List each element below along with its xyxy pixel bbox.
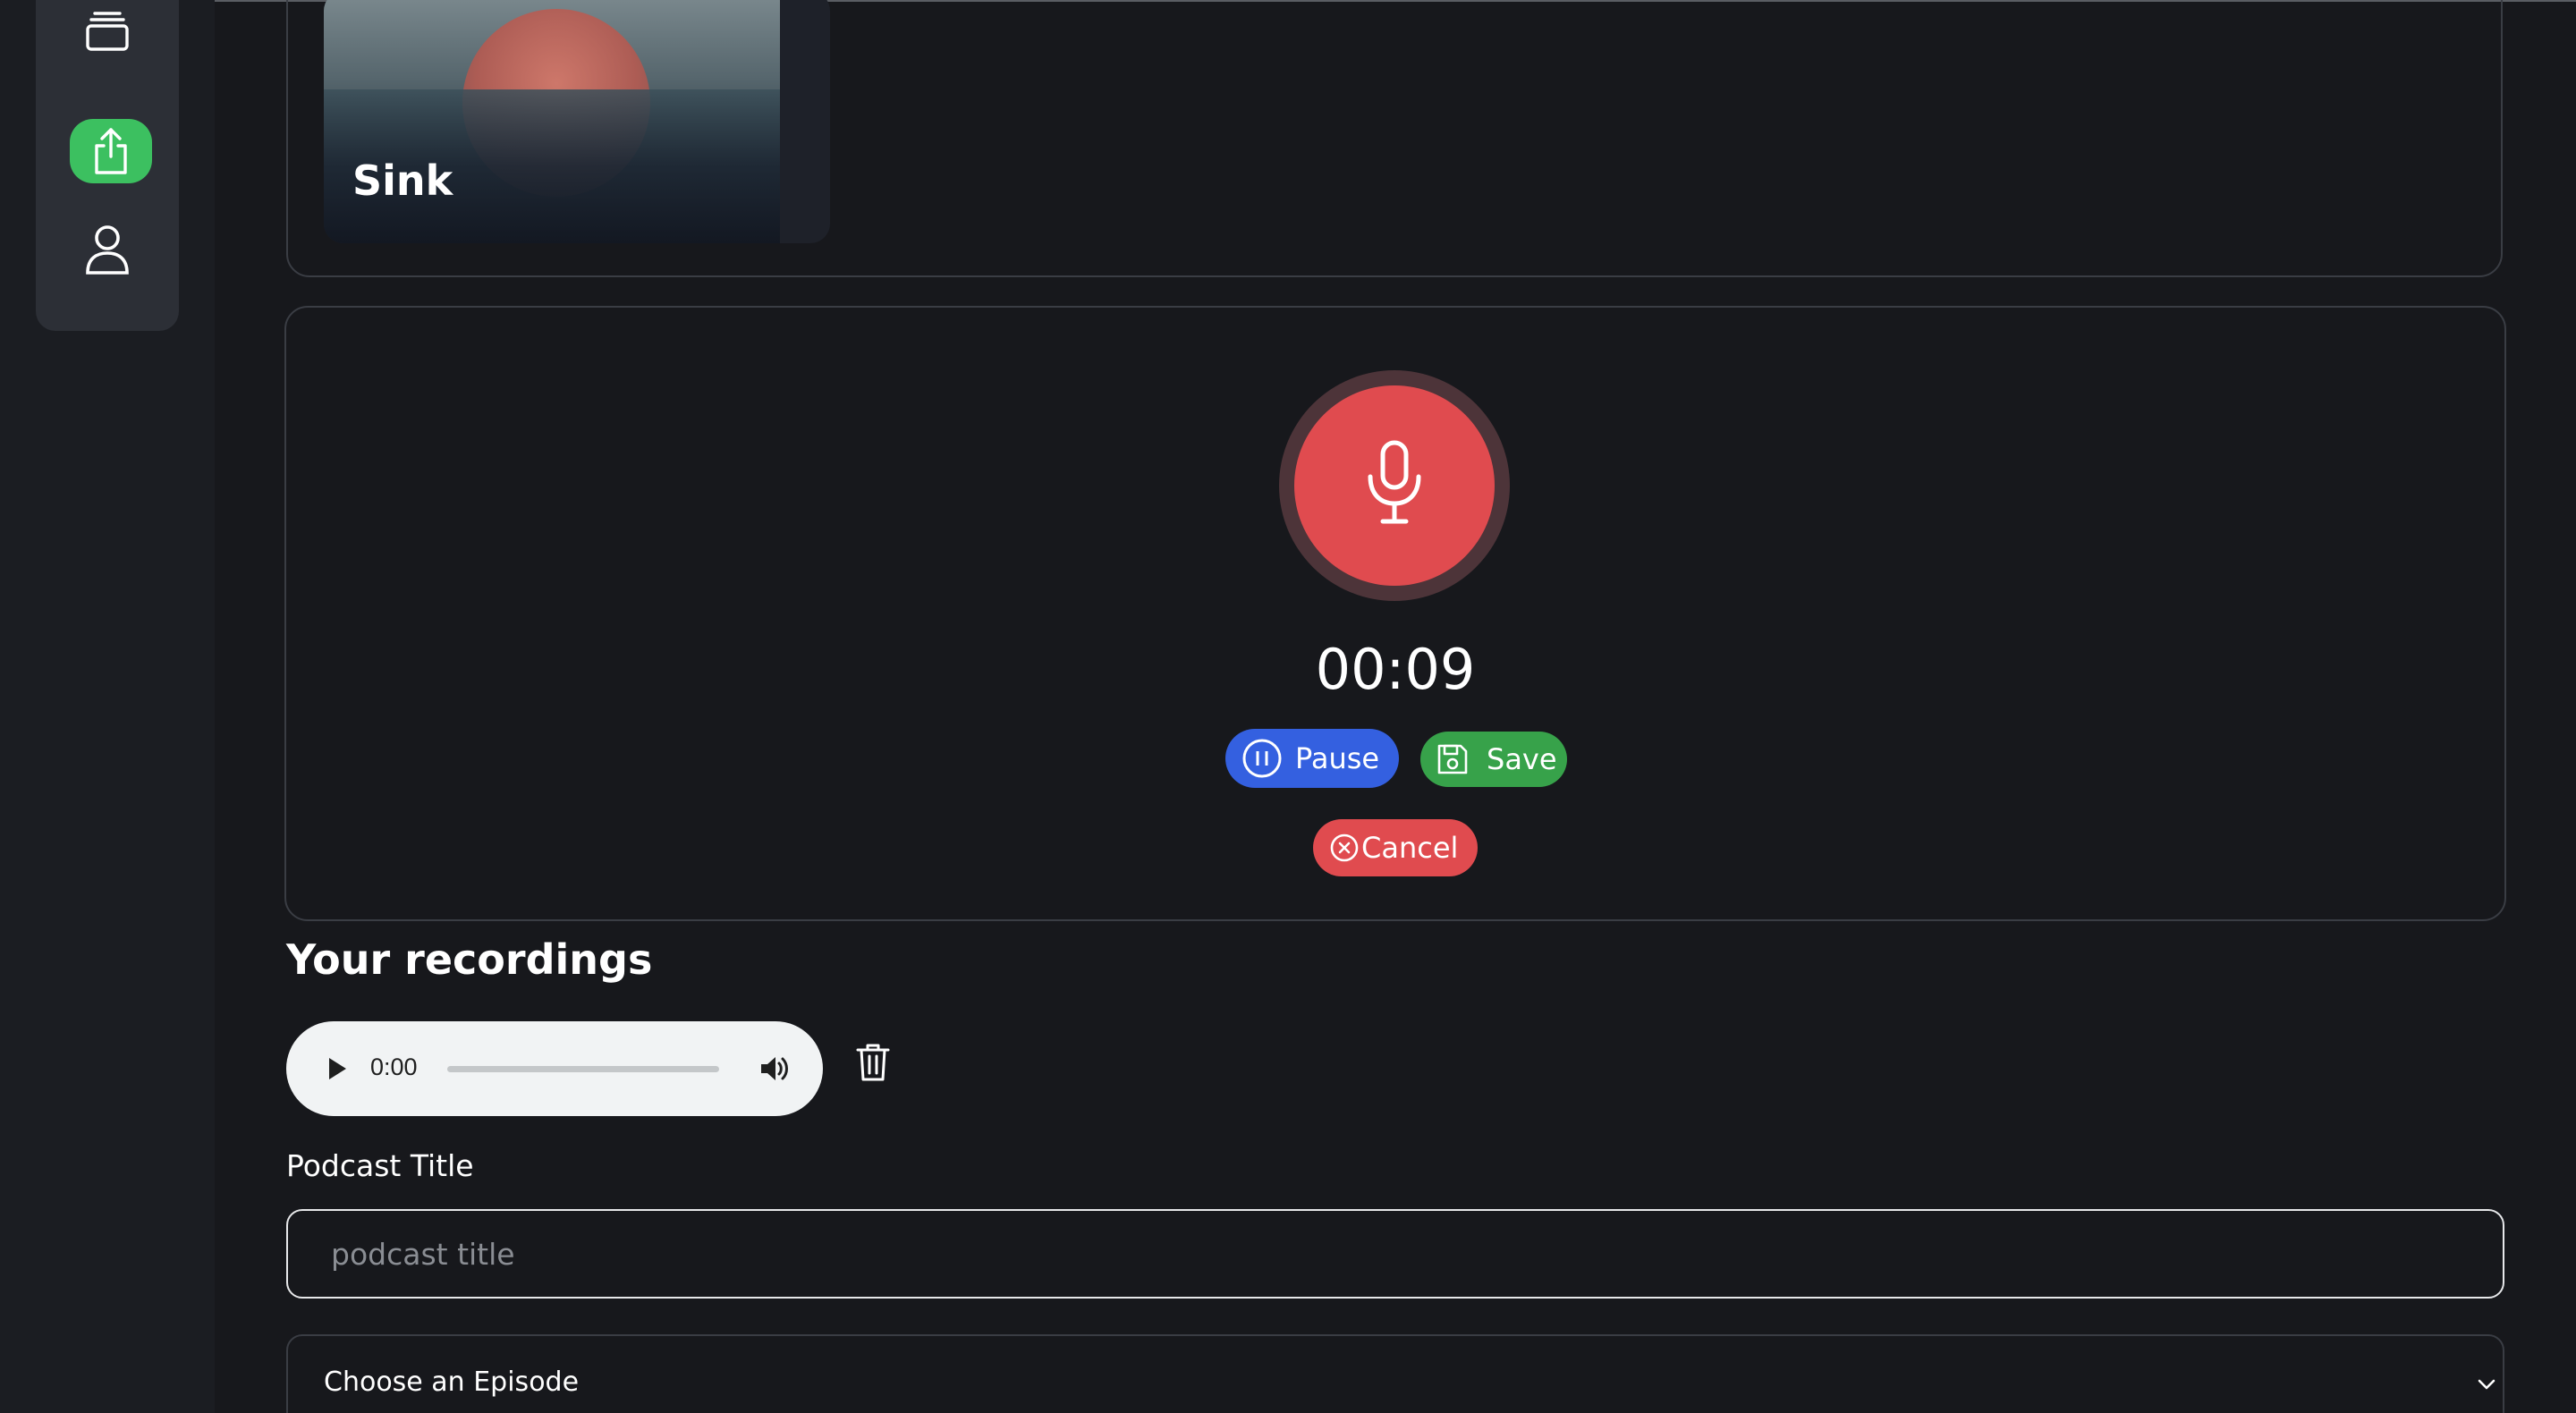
pause-button[interactable]: Pause [1225, 729, 1399, 788]
play-button[interactable] [324, 1055, 351, 1082]
floppy-disk-icon [1436, 743, 1469, 775]
upload-icon [89, 126, 132, 176]
cancel-button[interactable]: Cancel [1313, 819, 1478, 876]
episode-select[interactable]: Choose an Episode [286, 1334, 2504, 1413]
audio-current-time: 0:00 [370, 1053, 418, 1080]
record-button[interactable] [1294, 385, 1495, 586]
podcast-title-input[interactable] [286, 1209, 2504, 1299]
cancel-label: Cancel [1361, 831, 1459, 865]
microphone-icon [1363, 439, 1426, 532]
app-root: Sink 00:09 Pause Save Cancel Your record… [0, 0, 2576, 1413]
pause-icon [1241, 738, 1283, 779]
audio-player: 0:00 [286, 1021, 823, 1116]
library-icon [84, 8, 131, 55]
sidebar [36, 0, 179, 331]
pause-label: Pause [1295, 741, 1380, 775]
sidebar-item-profile[interactable] [74, 216, 140, 283]
sidebar-item-library[interactable] [74, 0, 140, 64]
recordings-heading: Your recordings [286, 935, 653, 984]
close-circle-icon [1329, 833, 1360, 863]
play-icon [329, 1058, 346, 1079]
save-button[interactable]: Save [1420, 732, 1567, 787]
podcast-title-label: Podcast Title [286, 1148, 474, 1183]
album-cover-image [324, 0, 780, 243]
trash-icon [856, 1044, 890, 1081]
chevron-down-icon [2474, 1372, 2499, 1397]
save-label: Save [1487, 742, 1557, 776]
recording-timer: 00:09 [1315, 637, 1476, 702]
volume-button[interactable] [758, 1053, 791, 1084]
album-title: Sink [352, 157, 453, 205]
episode-select-value: Choose an Episode [324, 1366, 580, 1398]
delete-recording-button[interactable] [853, 1041, 893, 1084]
volume-icon [761, 1057, 788, 1080]
sidebar-item-upload[interactable] [70, 119, 152, 183]
album-card[interactable]: Sink [324, 0, 830, 243]
user-icon [82, 223, 132, 276]
audio-seek-bar[interactable] [447, 1066, 719, 1072]
